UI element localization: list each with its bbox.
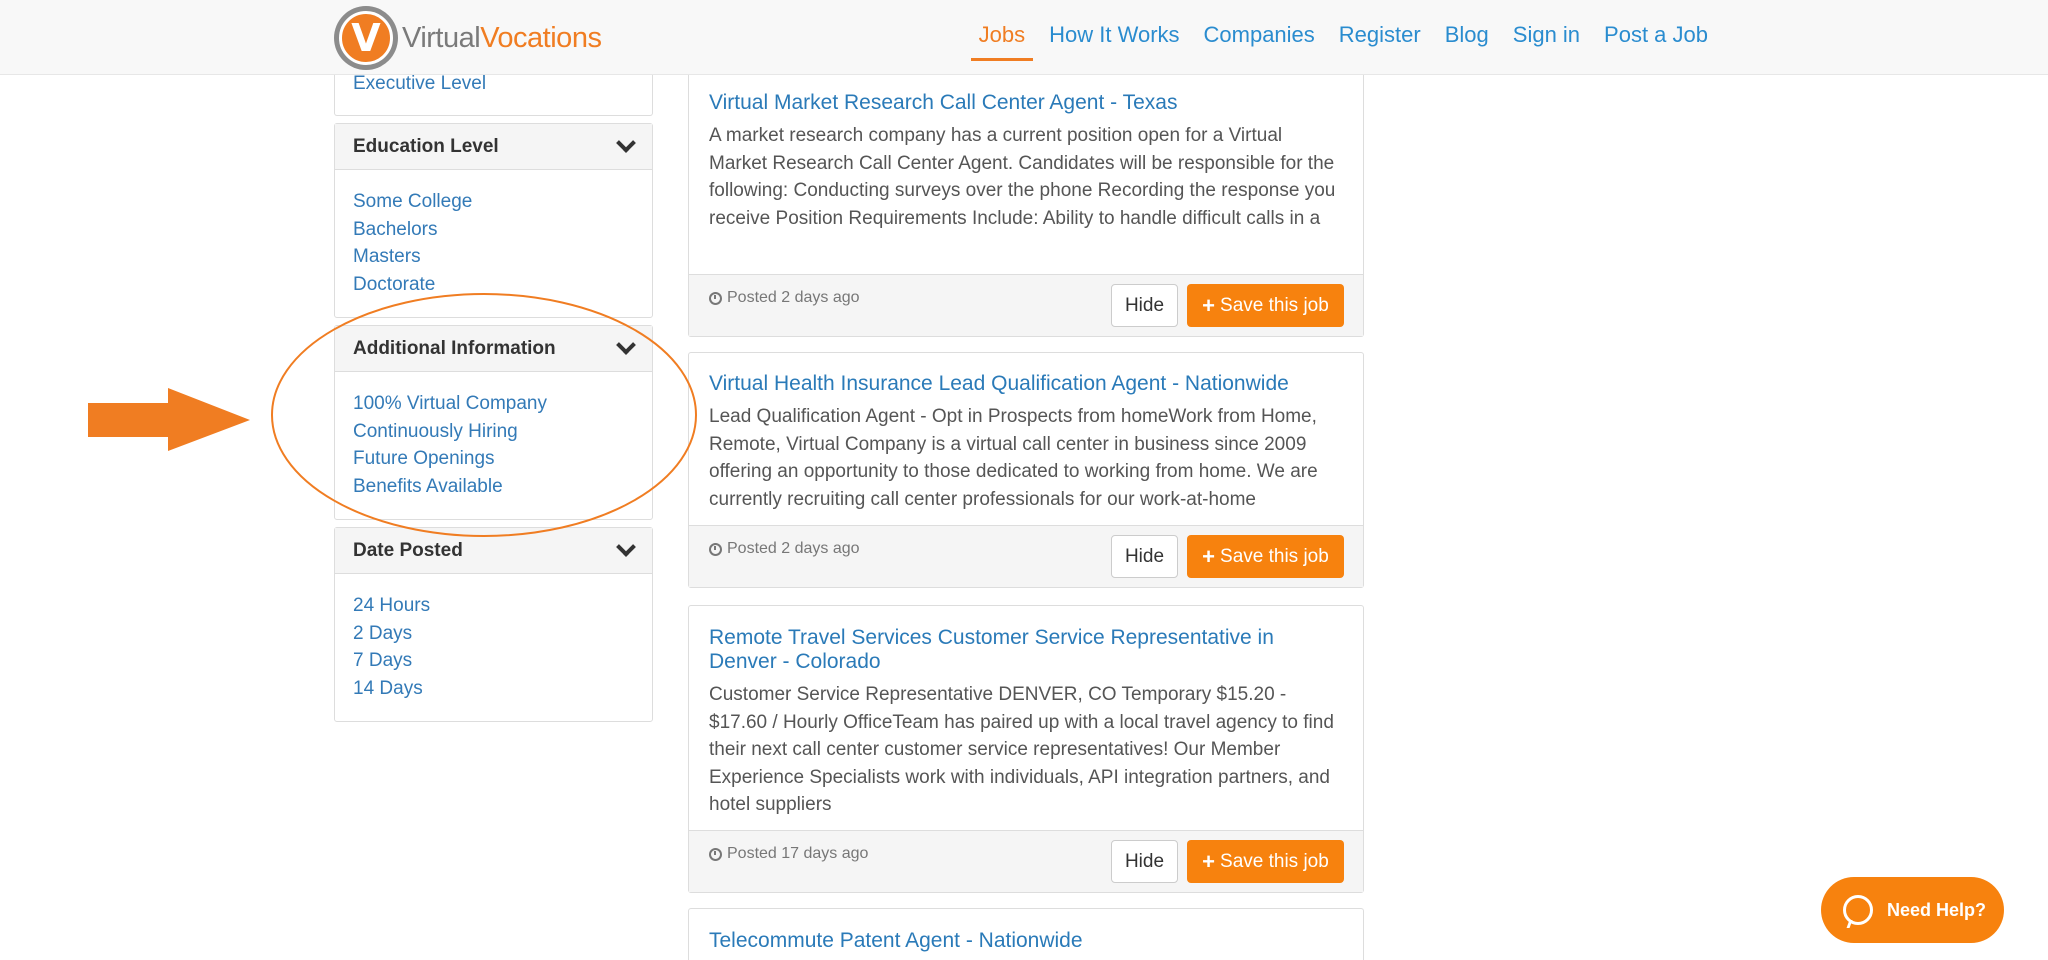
job-card: Virtual Health Insurance Lead Qualificat… (688, 352, 1364, 588)
filter-panel-additional-information: Additional Information 100% Virtual Comp… (334, 325, 653, 520)
panel-title: Education Level (353, 135, 499, 157)
panel-header[interactable]: Education Level (335, 124, 652, 170)
job-card-footer: Posted 17 days ago Hide + Save this job (689, 830, 1363, 892)
logo-text-virtual: Virtual (402, 21, 481, 54)
filter-benefits-available[interactable]: Benefits Available (353, 473, 634, 501)
nav-sign-in[interactable]: Sign in (1513, 0, 1580, 75)
clock-icon (709, 847, 722, 861)
filter-panel-education-level: Education Level Some College Bachelors M… (334, 123, 653, 318)
filter-2-days[interactable]: 2 Days (353, 620, 634, 648)
save-job-label: Save this job (1220, 545, 1329, 567)
nav-post-a-job[interactable]: Post a Job (1604, 0, 1708, 75)
plus-icon: + (1202, 848, 1216, 874)
save-job-button[interactable]: + Save this job (1187, 840, 1344, 883)
job-title-link[interactable]: Telecommute Patent Agent - Nationwide (709, 929, 1344, 953)
job-card: Remote Travel Services Customer Service … (688, 605, 1364, 893)
filter-continuously-hiring[interactable]: Continuously Hiring (353, 418, 634, 446)
filter-bachelors[interactable]: Bachelors (353, 216, 634, 244)
filter-24-hours[interactable]: 24 Hours (353, 592, 634, 620)
logo-text-vocations: Vocations (480, 21, 602, 54)
job-title-link[interactable]: Remote Travel Services Customer Service … (709, 626, 1344, 674)
filter-100-virtual-company[interactable]: 100% Virtual Company (353, 390, 634, 418)
filter-masters[interactable]: Masters (353, 243, 634, 271)
posted-date: Posted 17 days ago (709, 845, 868, 863)
panel-header[interactable]: Additional Information (335, 326, 652, 372)
nav-companies[interactable]: Companies (1204, 0, 1315, 75)
posted-text: Posted 2 days ago (727, 540, 860, 557)
filter-future-openings[interactable]: Future Openings (353, 445, 634, 473)
nav-how-it-works[interactable]: How It Works (1049, 0, 1179, 75)
save-job-label: Save this job (1220, 850, 1329, 872)
clock-icon (709, 542, 722, 556)
nav-blog[interactable]: Blog (1445, 0, 1489, 75)
panel-title: Date Posted (353, 539, 463, 561)
panel-header[interactable]: Date Posted (335, 528, 652, 574)
logo-badge-icon: V (334, 6, 398, 70)
job-description: Lead Qualification Agent - Opt in Prospe… (709, 406, 1318, 510)
nav-register[interactable]: Register (1339, 0, 1421, 75)
save-job-button[interactable]: + Save this job (1187, 535, 1344, 578)
chevron-down-icon[interactable] (616, 536, 636, 557)
chevron-down-icon[interactable] (616, 132, 636, 153)
posted-date: Posted 2 days ago (709, 289, 860, 307)
save-job-button[interactable]: + Save this job (1187, 284, 1344, 327)
nav-jobs[interactable]: Jobs (970, 0, 1034, 75)
filter-some-college[interactable]: Some College (353, 188, 634, 216)
job-card-footer: Posted 2 days ago Hide + Save this job (689, 274, 1363, 336)
site-header: V VirtualVocations Jobs How It Works Com… (0, 0, 2048, 75)
job-description: A market research company has a current … (709, 125, 1336, 229)
main-nav: Jobs How It Works Companies Register Blo… (955, 0, 1708, 75)
job-title-link[interactable]: Virtual Health Insurance Lead Qualificat… (709, 372, 1344, 396)
filter-doctorate[interactable]: Doctorate (353, 271, 634, 299)
logo-letter: V (339, 11, 393, 65)
filter-7-days[interactable]: 7 Days (353, 647, 634, 675)
job-title-link[interactable]: Virtual Market Research Call Center Agen… (709, 91, 1344, 115)
plus-icon: + (1202, 292, 1216, 318)
hide-button[interactable]: Hide (1111, 284, 1178, 327)
need-help-label: Need Help? (1887, 899, 1987, 920)
job-description: Customer Service Representative DENVER, … (709, 684, 1334, 815)
need-help-button[interactable]: Need Help? (1821, 877, 2004, 943)
job-card: Virtual Market Research Call Center Agen… (688, 60, 1364, 337)
hide-button[interactable]: Hide (1111, 840, 1178, 883)
logo-text: VirtualVocations (402, 21, 602, 55)
job-card: Telecommute Patent Agent - Nationwide (688, 908, 1364, 960)
posted-date: Posted 2 days ago (709, 540, 860, 558)
panel-title: Additional Information (353, 337, 556, 359)
site-logo[interactable]: V VirtualVocations (334, 5, 602, 71)
hide-button[interactable]: Hide (1111, 535, 1178, 578)
save-job-label: Save this job (1220, 294, 1329, 316)
chat-bubble-icon (1843, 895, 1873, 925)
posted-text: Posted 17 days ago (727, 845, 869, 862)
job-card-footer: Posted 2 days ago Hide + Save this job (689, 525, 1363, 587)
plus-icon: + (1202, 543, 1216, 569)
filter-14-days[interactable]: 14 Days (353, 675, 634, 703)
posted-text: Posted 2 days ago (727, 289, 860, 306)
clock-icon (709, 291, 722, 305)
annotation-arrow (88, 388, 250, 451)
chevron-down-icon[interactable] (616, 334, 636, 355)
filter-panel-date-posted: Date Posted 24 Hours 2 Days 7 Days 14 Da… (334, 527, 653, 722)
